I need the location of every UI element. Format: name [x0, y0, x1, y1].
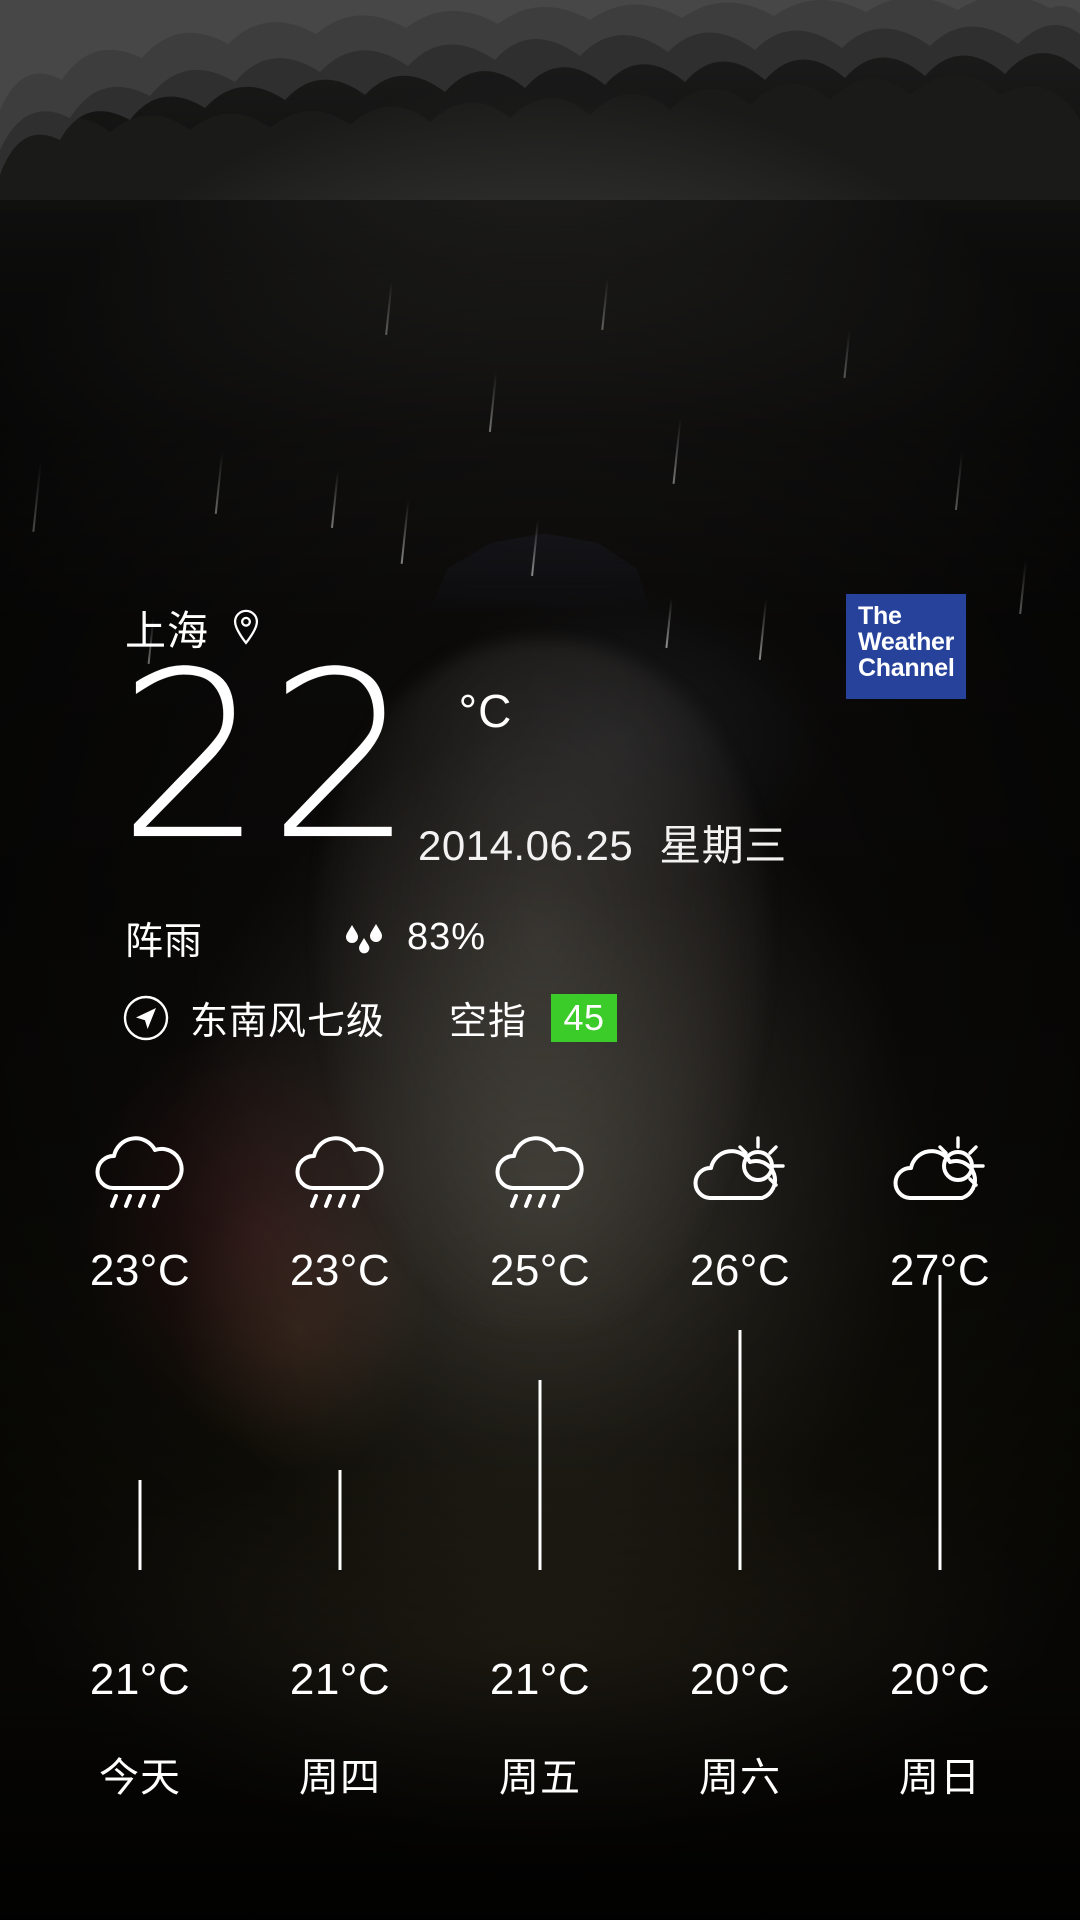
- logo-line-2: Weather: [858, 627, 955, 656]
- range-bar-column: [40, 1275, 240, 1655]
- temperature-unit: °C: [458, 685, 513, 737]
- current-date: 2014.06.25: [418, 822, 634, 869]
- logo-line-3: Channel: [858, 653, 955, 682]
- forecast-day-footer[interactable]: 21°C 周五: [440, 1655, 640, 1803]
- forecast-day-column[interactable]: 27°C: [840, 1130, 1040, 1296]
- range-bar-column: [640, 1275, 840, 1655]
- forecast-day-label: 周四: [299, 1756, 381, 1800]
- range-bar: [338, 1470, 342, 1570]
- forecast-day-label: 周日: [899, 1756, 981, 1800]
- forecast-day-column[interactable]: 26°C: [640, 1130, 840, 1296]
- forecast-low: 20°C: [889, 1655, 991, 1704]
- range-bar: [738, 1330, 742, 1570]
- weather-channel-logo[interactable]: The Weather Channel: [846, 594, 966, 699]
- water-droplets-icon: [343, 921, 387, 955]
- humidity-group: 83%: [343, 916, 486, 959]
- wind-aqi-row: 东南风七级 空指 45: [122, 990, 618, 1045]
- range-bar-column: [240, 1275, 440, 1655]
- temperature-range-bars: [40, 1275, 1040, 1655]
- partly-cloudy-icon: [884, 1130, 996, 1216]
- forecast-day-label: 今天: [99, 1756, 181, 1800]
- aqi-badge: 45: [551, 993, 618, 1042]
- forecast-low: 21°C: [489, 1655, 591, 1704]
- forecast-lows-row: 21°C 今天 21°C 周四 21°C 周五 20°C 周六 20°C 周日: [40, 1655, 1040, 1803]
- wind-value: 东南风七级: [190, 1001, 386, 1043]
- logo-line-1: The: [858, 602, 902, 630]
- forecast-day-column[interactable]: 23°C: [240, 1130, 440, 1296]
- forecast-day-label: 周五: [499, 1756, 581, 1800]
- rain-cloud-icon: [484, 1130, 596, 1216]
- forecast-day-label: 周六: [699, 1756, 781, 1800]
- humidity-value: 83%: [407, 916, 487, 958]
- forecast-low: 21°C: [89, 1655, 191, 1704]
- forecast-day-footer[interactable]: 20°C 周日: [840, 1655, 1040, 1803]
- forecast-low: 21°C: [289, 1655, 391, 1704]
- condition-text: 阵雨: [125, 921, 204, 963]
- rain-cloud-icon: [284, 1130, 396, 1216]
- weather-app-screen: 上海 22 °C 2014.06.25 星期三 阵雨 83% 东南风七级 空指 …: [0, 0, 1080, 1920]
- aqi-label: 空指: [449, 1001, 528, 1043]
- date-row: 2014.06.25 星期三: [418, 812, 787, 873]
- forecast-day-footer[interactable]: 21°C 今天: [40, 1655, 240, 1803]
- current-weekday: 星期三: [659, 822, 787, 869]
- navigation-arrow-icon: [122, 994, 190, 1042]
- range-bar: [938, 1275, 942, 1570]
- range-bar-column: [440, 1275, 640, 1655]
- condition-row: 阵雨 83%: [125, 910, 486, 965]
- forecast-day-column[interactable]: 25°C: [440, 1130, 640, 1296]
- range-bar: [538, 1380, 542, 1570]
- forecast-day-footer[interactable]: 20°C 周六: [640, 1655, 840, 1803]
- forecast-icons-row: 23°C 23°C 25°C 26°C 27°C: [40, 1130, 1040, 1296]
- rain-cloud-icon: [84, 1130, 196, 1216]
- forecast-low: 20°C: [689, 1655, 791, 1704]
- current-temperature-value: 22: [118, 624, 419, 891]
- range-bar: [138, 1480, 142, 1570]
- forecast-day-column[interactable]: 23°C: [40, 1130, 240, 1296]
- range-bar-column: [840, 1275, 1040, 1655]
- partly-cloudy-icon: [684, 1130, 796, 1216]
- forecast-day-footer[interactable]: 21°C 周四: [240, 1655, 440, 1803]
